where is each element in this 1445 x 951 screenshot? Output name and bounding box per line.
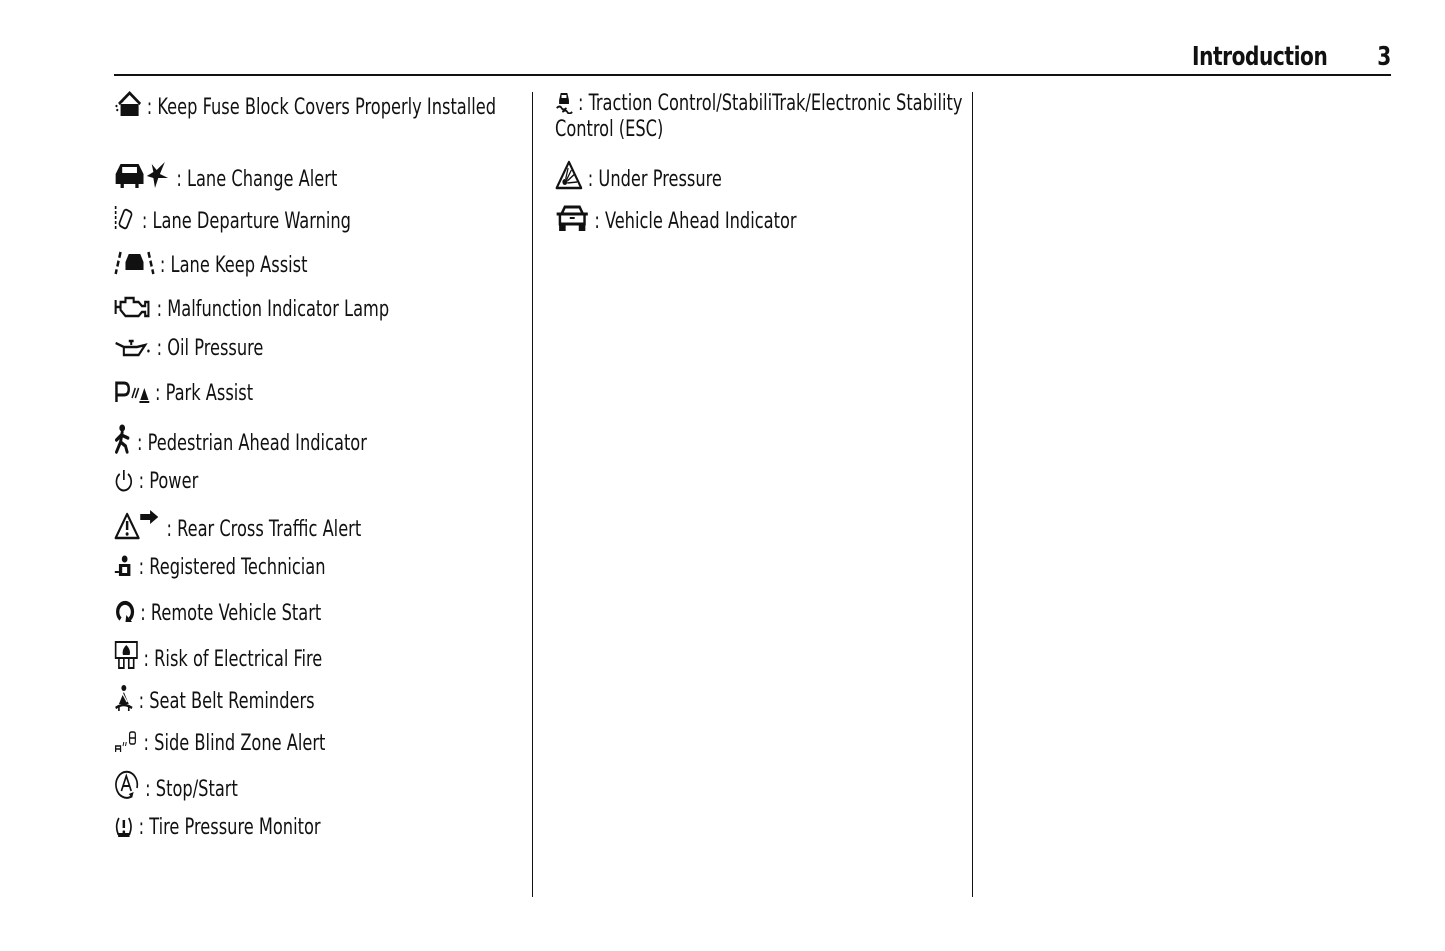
stop-start-icon — [114, 770, 140, 800]
symbol-entry: : Rear Cross Traffic Alert — [114, 510, 361, 543]
registered-technician-icon — [114, 554, 134, 578]
column-divider — [972, 92, 973, 897]
symbol-entry: : Tire Pressure Monitor — [114, 814, 321, 841]
pedestrian-icon — [114, 424, 132, 454]
symbol-entry: : Park Assist — [114, 380, 253, 407]
symbol-entry: : Remote Vehicle Start — [114, 598, 321, 627]
rear-cross-traffic-icon — [114, 510, 162, 540]
symbol-entry: : Traction Control/StabiliTrak/Electroni… — [555, 90, 963, 142]
lane-change-alert-icon — [114, 160, 171, 190]
lane-departure-warning-icon — [114, 204, 137, 232]
symbol-entry: : Malfunction Indicator Lamp — [114, 292, 389, 323]
fuse-block-cover-icon — [114, 90, 142, 118]
page-number: 3 — [1376, 42, 1391, 72]
traction-control-icon — [555, 90, 573, 114]
power-icon — [114, 468, 134, 492]
symbol-entry: : Risk of Electrical Fire — [114, 640, 322, 673]
symbol-entry: : Oil Pressure — [114, 336, 263, 362]
symbol-entry: : Power — [114, 468, 198, 495]
electrical-fire-icon — [114, 640, 139, 670]
under-pressure-icon — [555, 160, 583, 190]
engine-icon — [114, 292, 152, 320]
symbol-entry: : Seat Belt Reminders — [114, 684, 315, 715]
symbol-entry: : Registered Technician — [114, 554, 326, 581]
remote-start-icon — [114, 598, 135, 624]
oil-can-icon — [114, 337, 152, 359]
symbol-entry: : Lane Departure Warning — [114, 204, 351, 235]
park-assist-icon — [114, 380, 150, 404]
page-header: Introduction 3 — [114, 40, 1391, 76]
lane-keep-assist-icon — [114, 248, 155, 276]
symbol-entry: : Lane Keep Assist — [114, 248, 307, 279]
symbol-entry: : Stop/Start — [114, 770, 238, 803]
seat-belt-icon — [114, 684, 134, 712]
symbol-entry: : Lane Change Alert — [114, 160, 337, 193]
section-title: Introduction — [1191, 42, 1328, 72]
symbol-entry: : Keep Fuse Block Covers Properly Instal… — [114, 90, 496, 121]
symbol-entry: : Side Blind Zone Alert — [114, 728, 325, 757]
symbol-entry: : Pedestrian Ahead Indicator — [114, 424, 367, 457]
tire-pressure-icon — [114, 814, 134, 838]
symbol-entry: : Vehicle Ahead Indicator — [555, 204, 797, 235]
column-divider — [532, 92, 533, 897]
symbol-entry: : Under Pressure — [555, 160, 722, 193]
vehicle-ahead-icon — [555, 204, 589, 232]
side-blind-zone-icon — [114, 728, 139, 754]
